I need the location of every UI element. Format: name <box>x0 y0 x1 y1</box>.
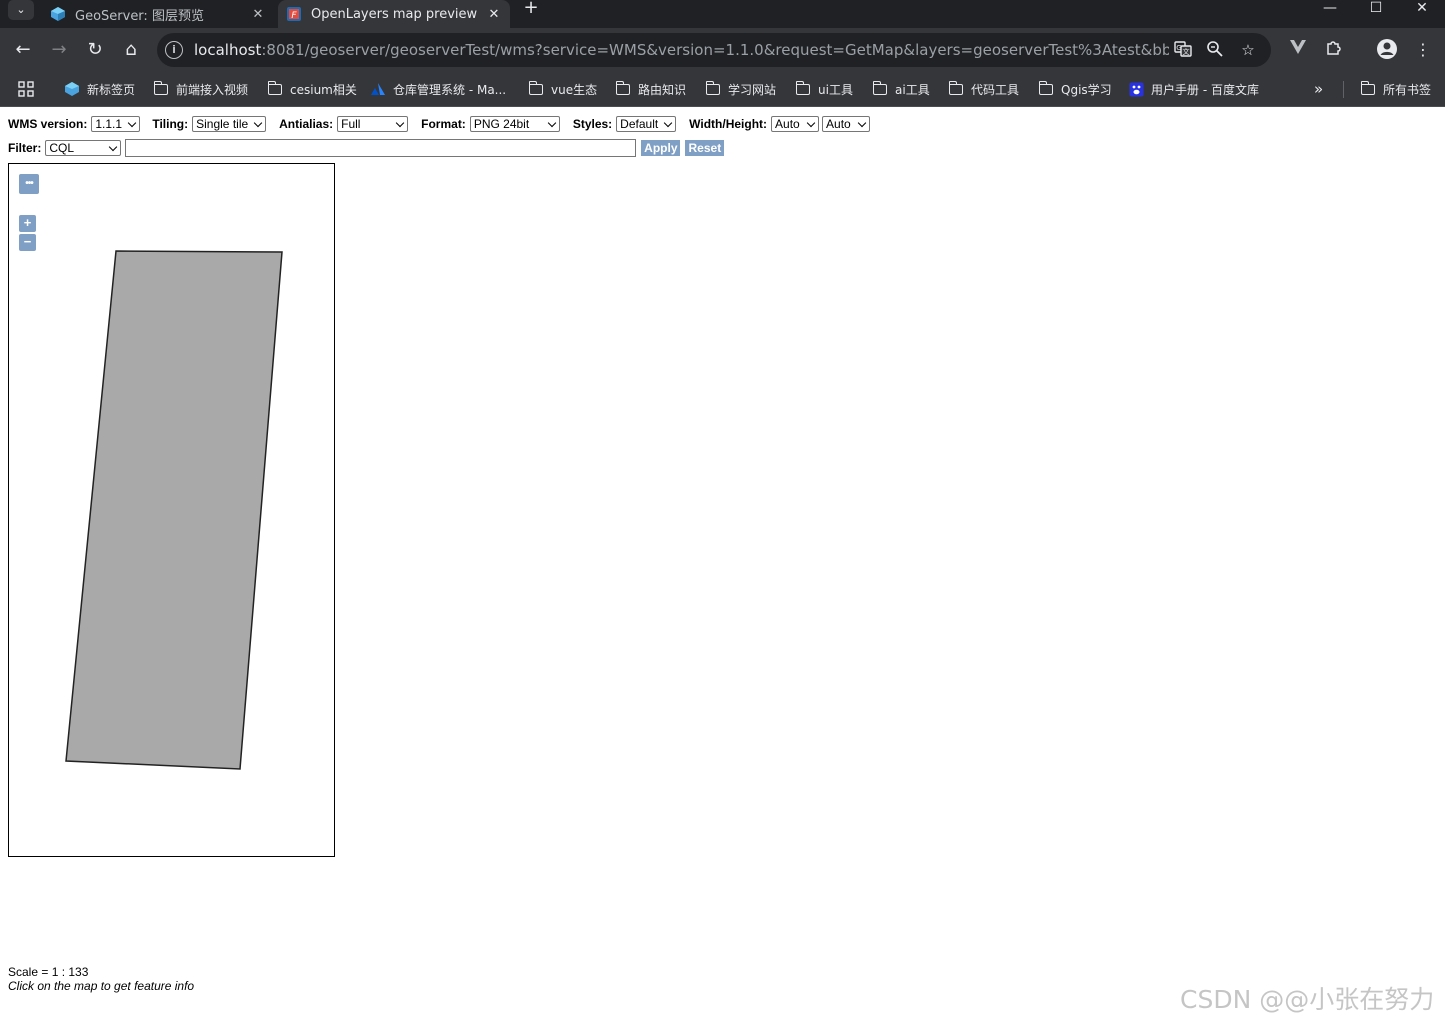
svg-text:文: 文 <box>1183 47 1190 56</box>
bookmarks-overflow-button[interactable]: » <box>1314 80 1323 98</box>
filter-row: Filter: CQL Apply Reset <box>8 139 725 157</box>
csdn-watermark: CSDN @@小张在努力 <box>1180 985 1435 1014</box>
filter-type-select[interactable]: CQL <box>45 140 122 156</box>
minimize-window-button[interactable]: — <box>1307 0 1353 20</box>
bookmark-folder[interactable]: ui工具 <box>795 80 853 98</box>
bookmark-folder[interactable]: 学习网站 <box>705 80 776 98</box>
bookmark-item[interactable]: 用户手册 - 百度文库 <box>1128 80 1259 98</box>
folder-icon <box>528 80 544 96</box>
bookmark-folder[interactable]: 前端接入视频 <box>153 80 248 98</box>
wms-version-label: WMS version: <box>8 117 88 131</box>
folder-icon <box>267 80 283 96</box>
site-info-icon[interactable]: i <box>165 41 183 59</box>
bookmark-folder[interactable]: ai工具 <box>872 80 930 98</box>
back-icon[interactable]: ← <box>11 38 35 62</box>
width-height-label: Width/Height: <box>689 117 768 131</box>
tiling-label: Tiling: <box>152 117 189 131</box>
folder-icon <box>1038 80 1054 96</box>
bookmark-folder[interactable]: vue生态 <box>528 80 597 98</box>
zoom-out-button[interactable]: − <box>19 234 36 251</box>
bookmark-folder[interactable]: 路由知识 <box>615 80 686 98</box>
folder-icon <box>153 80 169 96</box>
format-label: Format: <box>421 117 466 131</box>
feature-info-hint: Click on the map to get feature info <box>8 979 195 993</box>
styles-select[interactable]: Default <box>616 116 677 132</box>
browser-toolbar: ← → ↻ ⌂ i localhost:8081/geoserver/geose… <box>0 28 1445 72</box>
svg-text:F: F <box>291 11 297 21</box>
styles-label: Styles: <box>572 117 613 131</box>
tab-strip: ⌄ GeoServer: 图层预览 ✕ F OpenLayers map pre… <box>0 0 1445 28</box>
folder-icon <box>1360 80 1376 96</box>
bookmarks-divider <box>1343 81 1344 98</box>
wms-version-select[interactable]: 1.1.1 <box>91 116 141 132</box>
folder-icon <box>705 80 721 96</box>
new-tab-button[interactable]: + <box>520 0 542 20</box>
height-select[interactable]: Auto <box>822 116 871 132</box>
folder-icon <box>615 80 631 96</box>
bookmark-item[interactable]: 新标签页 <box>64 80 135 98</box>
svg-text:G: G <box>1176 44 1181 52</box>
antialias-select[interactable]: Full <box>337 116 409 132</box>
folder-icon <box>872 80 888 96</box>
folder-icon <box>948 80 964 96</box>
bookmark-folder[interactable]: Qgis学习 <box>1038 80 1112 98</box>
wms-options-row: WMS version: 1.1.1 Tiling: Single tile A… <box>8 115 871 133</box>
filter-input[interactable] <box>125 139 637 157</box>
geoserver-icon <box>50 6 66 22</box>
bookmark-item[interactable]: 仓库管理系统 - Ma... <box>370 80 506 98</box>
maximize-window-button[interactable]: ☐ <box>1353 0 1399 20</box>
zoom-icon[interactable] <box>1205 40 1225 60</box>
map-canvas[interactable] <box>9 164 335 857</box>
width-select[interactable]: Auto <box>771 116 820 132</box>
close-window-button[interactable]: ✕ <box>1399 0 1445 20</box>
tab-search-button[interactable]: ⌄ <box>8 0 34 20</box>
filter-label: Filter: <box>8 141 42 155</box>
profile-avatar-icon[interactable] <box>1375 38 1399 62</box>
forward-icon[interactable]: → <box>47 38 71 62</box>
close-tab-icon[interactable]: ✕ <box>484 7 504 22</box>
zoom-in-button[interactable]: + <box>19 215 36 232</box>
bookmark-folder[interactable]: cesium相关 <box>267 80 357 98</box>
vue-devtools-icon[interactable] <box>1286 38 1310 62</box>
apply-button[interactable]: Apply <box>641 140 681 156</box>
format-select[interactable]: PNG 24bit <box>469 116 560 132</box>
bookmark-star-icon[interactable]: ☆ <box>1238 40 1258 60</box>
map-viewport[interactable]: ••• + − <box>8 163 335 857</box>
apps-icon[interactable] <box>18 80 34 98</box>
address-bar[interactable]: i localhost:8081/geoserver/geoserverTest… <box>157 33 1271 67</box>
reload-icon[interactable]: ↻ <box>83 38 107 62</box>
home-icon[interactable]: ⌂ <box>119 38 143 62</box>
bookmark-folder[interactable]: 代码工具 <box>948 80 1019 98</box>
tab-geoserver-preview[interactable]: GeoServer: 图层预览 ✕ <box>42 0 274 28</box>
feature-polygon[interactable] <box>65 250 283 770</box>
baidu-icon <box>1128 82 1144 96</box>
url-text[interactable]: localhost:8081/geoserver/geoserverTest/w… <box>194 41 1169 59</box>
all-bookmarks-folder[interactable]: 所有书签 <box>1360 80 1431 98</box>
extensions-icon[interactable] <box>1322 38 1346 62</box>
browser-menu-icon[interactable]: ⋮ <box>1411 38 1435 62</box>
globe-icon <box>64 82 80 96</box>
folder-icon <box>795 80 811 96</box>
scale-text: Scale = 1 : 133 <box>8 965 89 979</box>
tab-title: OpenLayers map preview <box>311 6 478 22</box>
antialias-label: Antialias: <box>279 117 334 131</box>
tiling-select[interactable]: Single tile <box>192 116 267 132</box>
tab-title: GeoServer: 图层预览 <box>75 8 204 24</box>
layer-switcher-toggle-button[interactable]: ••• <box>19 174 39 194</box>
atlassian-icon <box>370 82 386 96</box>
openlayers-icon: F <box>286 6 302 22</box>
translate-icon[interactable]: 文G <box>1173 40 1193 60</box>
bookmarks-bar: 新标签页 前端接入视频 cesium相关 仓库管理系统 - Ma... vue生… <box>0 72 1445 107</box>
tab-openlayers-preview[interactable]: F OpenLayers map preview ✕ <box>278 0 510 28</box>
close-tab-icon[interactable]: ✕ <box>248 7 268 22</box>
reset-button[interactable]: Reset <box>685 140 725 156</box>
